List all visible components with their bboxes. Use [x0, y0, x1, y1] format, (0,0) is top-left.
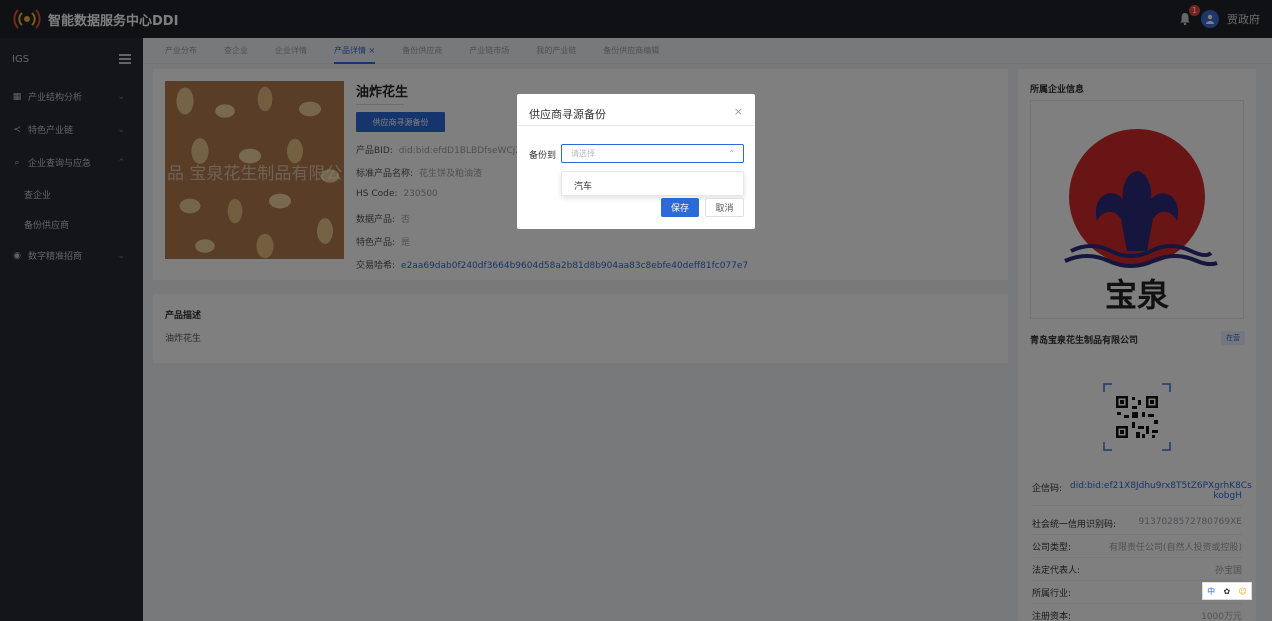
chevron-up-icon: ⌃	[728, 149, 735, 158]
cancel-button[interactable]: 取消	[705, 198, 744, 217]
dialog-title: 供应商寻源备份	[529, 108, 606, 121]
close-icon[interactable]: ×	[734, 105, 743, 118]
divider	[517, 125, 755, 126]
ime-chinese-toggle[interactable]: 中	[1207, 586, 1215, 597]
backup-target-select[interactable]: 请选择 ⌃	[561, 144, 744, 163]
ime-toolbar[interactable]: 中 ✿ ☺	[1202, 582, 1252, 600]
select-dropdown: 汽车	[561, 171, 744, 196]
select-placeholder: 请选择	[571, 149, 595, 158]
ime-emoji-icon[interactable]: ☺	[1238, 587, 1246, 596]
dropdown-option-car[interactable]: 汽车	[574, 179, 592, 192]
backup-to-label: 备份到	[529, 151, 557, 161]
save-button[interactable]: 保存	[661, 198, 699, 217]
ime-settings-icon[interactable]: ✿	[1223, 587, 1230, 596]
supplier-backup-dialog: 供应商寻源备份 × 备份到 请选择 ⌃ 汽车 保存 取消	[517, 94, 755, 229]
